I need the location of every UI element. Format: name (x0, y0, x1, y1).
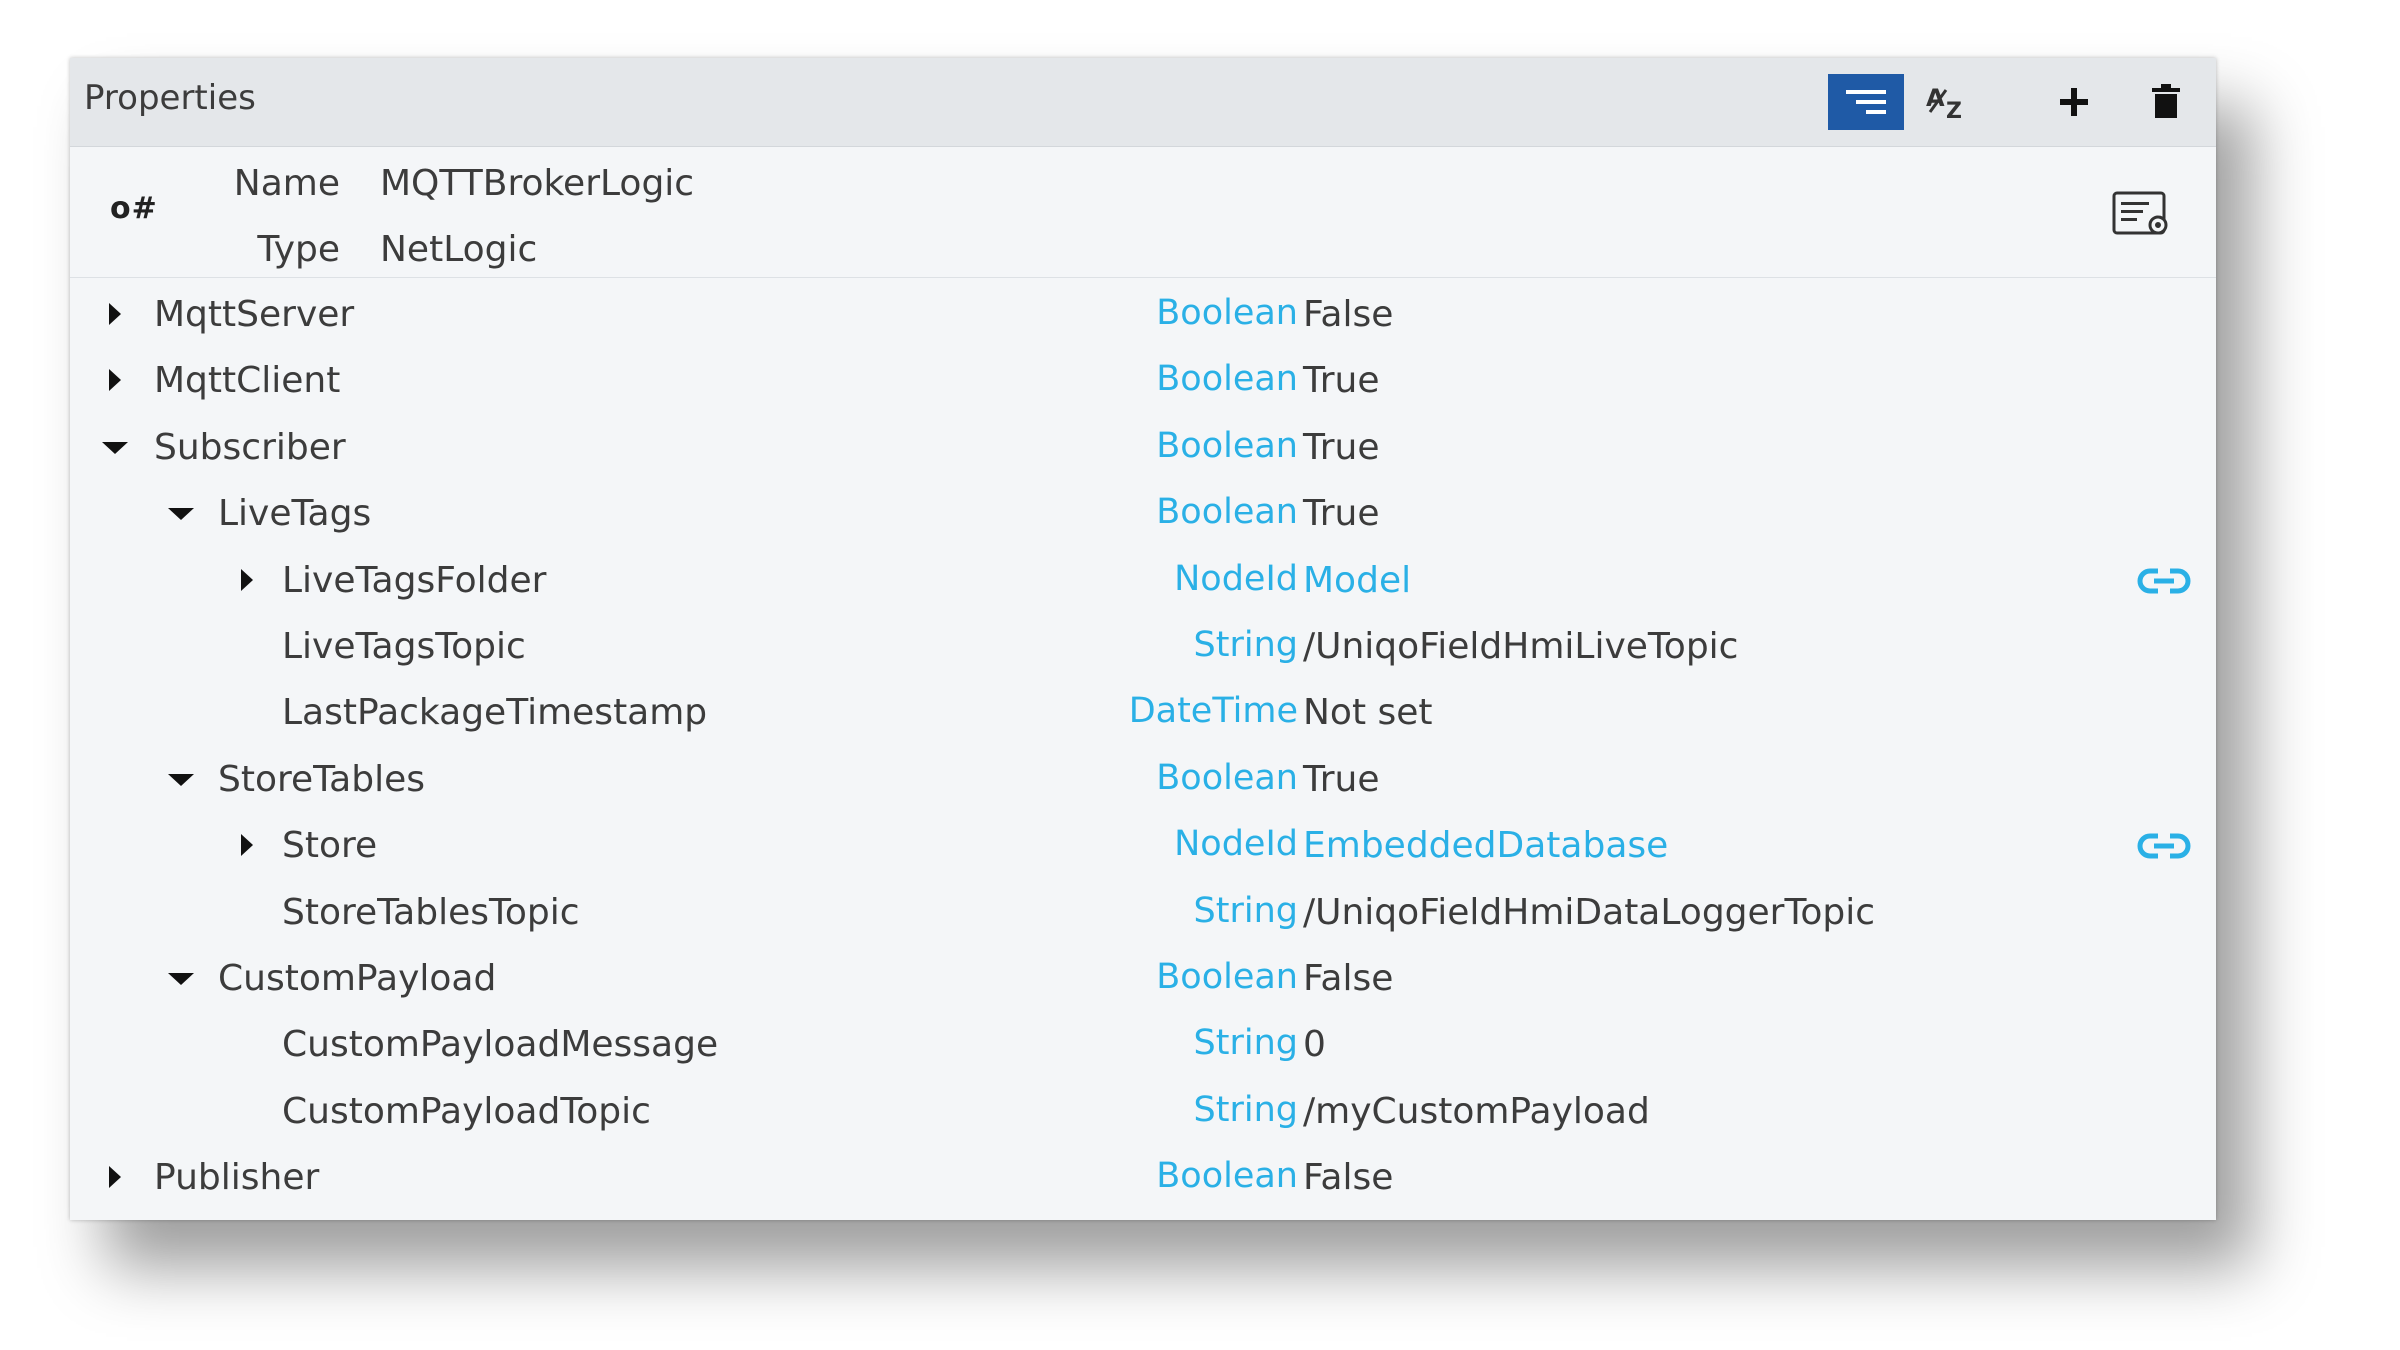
type-label: Type (257, 229, 340, 270)
caret-right-icon[interactable] (100, 281, 130, 347)
property-value-link[interactable]: EmbeddedDatabase (1303, 825, 1668, 866)
property-name: CustomPayload (218, 957, 497, 999)
property-name: LastPackageTimestamp (282, 692, 708, 734)
property-row[interactable]: LiveTags Boolean True (70, 480, 2216, 546)
property-value[interactable]: False (1303, 294, 1393, 335)
property-value[interactable]: /UniqoFieldHmiDataLoggerTopic (1303, 892, 1875, 933)
trash-icon (2152, 84, 2180, 118)
property-type: Boolean (1156, 293, 1298, 333)
property-value[interactable]: True (1303, 427, 1379, 468)
caret-right-icon[interactable] (100, 347, 130, 413)
caret-down-icon[interactable] (166, 746, 196, 812)
add-property-button[interactable] (2036, 74, 2112, 130)
property-value-link[interactable]: Model (1303, 560, 1411, 601)
property-row[interactable]: StoreTables Boolean True (70, 746, 2216, 812)
sort-az-icon: A Z (1926, 84, 1962, 122)
property-type: NodeId (1174, 824, 1298, 865)
property-name: LiveTagsFolder (282, 559, 547, 601)
panel-title: Properties (84, 78, 256, 118)
node-info: o# Name MQTTBrokerLogic Type NetLogic (70, 147, 2216, 278)
property-name: MqttClient (154, 360, 341, 402)
property-type: Boolean (1156, 425, 1298, 466)
property-value[interactable]: 0 (1303, 1024, 1326, 1065)
property-row[interactable]: LiveTagsFolder NodeId Model (70, 547, 2216, 613)
property-type: Boolean (1156, 1156, 1298, 1197)
link-icon[interactable] (2136, 826, 2192, 866)
list-filter-button[interactable] (1828, 74, 1904, 130)
property-row[interactable]: Subscriber Boolean True (70, 414, 2216, 480)
svg-text:A: A (1926, 84, 1945, 112)
properties-panel: Properties A Z o# Name MQTTBrokerLogic T… (70, 58, 2216, 1220)
property-value[interactable]: True (1303, 759, 1379, 800)
property-value[interactable]: /UniqoFieldHmiLiveTopic (1303, 626, 1738, 667)
property-type: String (1193, 1089, 1298, 1130)
property-row[interactable]: MqttServer Boolean False (70, 281, 2216, 347)
property-name: StoreTables (218, 758, 425, 800)
caret-down-icon[interactable] (100, 414, 130, 480)
property-row[interactable]: CustomPayloadMessage String 0 (70, 1011, 2216, 1077)
property-tree: MqttServer Boolean False MqttClient Boolean T… (70, 281, 2216, 1210)
property-row[interactable]: CustomPayload Boolean False (70, 945, 2216, 1011)
property-type: DateTime (1128, 691, 1298, 732)
property-row[interactable]: CustomPayloadTopic String/myCustomPayload (70, 1078, 2216, 1144)
property-row[interactable]: Store NodeId EmbeddedDatabase (70, 812, 2216, 878)
property-row[interactable]: LastPackageTimestamp DateTime Not set (70, 679, 2216, 745)
type-value: NetLogic (380, 229, 538, 270)
property-value[interactable]: True (1303, 493, 1379, 534)
property-value[interactable]: True (1303, 360, 1379, 401)
caret-right-icon[interactable] (100, 1144, 130, 1210)
property-row[interactable]: StoreTablesTopic String/UniqoFieldHmiData… (70, 879, 2216, 945)
caret-right-icon[interactable] (232, 812, 262, 878)
property-value[interactable]: /myCustomPayload (1303, 1091, 1650, 1132)
property-name: Subscriber (154, 426, 346, 468)
property-type: Boolean (1156, 757, 1298, 798)
list-filter-icon (1846, 90, 1886, 114)
property-name: LiveTags (218, 493, 372, 535)
name-label: Name (233, 163, 340, 204)
sort-az-button[interactable]: A Z (1912, 74, 1988, 130)
property-name: CustomPayloadTopic (282, 1090, 651, 1132)
property-value[interactable]: False (1303, 958, 1393, 999)
link-icon[interactable] (2136, 561, 2192, 601)
property-name: LiveTagsTopic (282, 625, 526, 667)
property-type: NodeId (1174, 558, 1298, 599)
caret-right-icon[interactable] (232, 547, 262, 613)
panel-header: Properties A Z (70, 58, 2216, 147)
property-type: String (1193, 1023, 1298, 1064)
property-value[interactable]: False (1303, 1157, 1393, 1198)
name-value: MQTTBrokerLogic (380, 163, 695, 204)
property-name: Publisher (154, 1157, 320, 1199)
property-type: String (1193, 890, 1298, 931)
caret-down-icon[interactable] (166, 945, 196, 1011)
property-type: Boolean (1156, 492, 1298, 533)
settings-panel-button[interactable] (2108, 187, 2178, 241)
property-row[interactable]: Publisher Boolean False (70, 1144, 2216, 1210)
netlogic-icon: o# (110, 191, 158, 226)
property-row[interactable]: MqttClient Boolean True (70, 347, 2216, 413)
property-name: MqttServer (154, 294, 355, 335)
property-type: Boolean (1156, 956, 1298, 997)
property-value[interactable]: Not set (1303, 692, 1433, 733)
settings-panel-icon (2112, 191, 2168, 235)
plus-icon (2060, 88, 2088, 116)
property-name: CustomPayloadMessage (282, 1024, 719, 1066)
caret-down-icon[interactable] (166, 480, 196, 546)
property-type: Boolean (1156, 359, 1298, 400)
svg-text:Z: Z (1946, 99, 1962, 122)
property-name: Store (282, 825, 378, 867)
property-row[interactable]: LiveTagsTopic String/UniqoFieldHmiLiveTop… (70, 613, 2216, 679)
property-type: String (1193, 624, 1298, 665)
delete-property-button[interactable] (2128, 74, 2204, 130)
property-name: StoreTablesTopic (282, 891, 580, 933)
